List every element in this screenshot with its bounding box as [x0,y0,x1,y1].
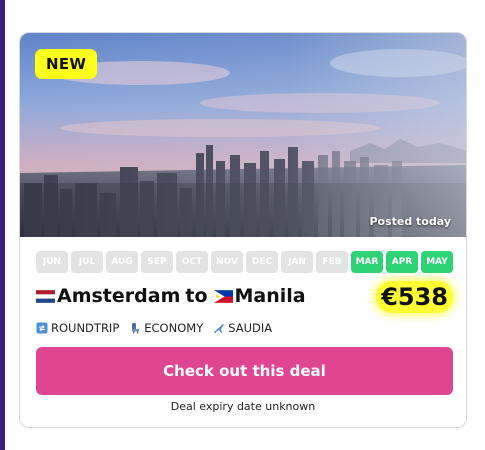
month-jan: JAN [281,251,313,273]
origin-city: Amsterdam [57,285,181,307]
netherlands-flag-icon [36,289,55,303]
deal-card[interactable]: NEW Posted today JUN JUL AUG SEP OCT NOV… [19,32,467,428]
route-title: Amsterdam to Manila [36,285,306,307]
seat-icon [132,323,140,334]
roundtrip-icon [36,322,48,334]
cabin-class: ECONOMY [129,321,203,335]
airplane-icon [214,324,225,333]
month-feb: FEB [316,251,348,273]
philippines-flag-icon [213,289,233,303]
posted-time: Posted today [369,215,451,228]
destination-photo: NEW Posted today [20,33,466,237]
left-edge-bar [0,0,5,450]
new-badge: NEW [35,49,98,79]
trip-type-label: ROUNDTRIP [51,321,120,335]
month-sep: SEP [141,251,173,273]
destination-city: Manila [234,285,306,307]
month-aug: AUG [106,251,138,273]
route-connector: to [185,285,208,307]
deal-details: ROUNDTRIP ECONOMY SAUDIA [36,321,272,335]
month-jun: JUN [36,251,68,273]
airline: SAUDIA [213,321,272,335]
month-oct: OCT [176,251,208,273]
trip-type: ROUNDTRIP [36,321,119,335]
deal-expiry: Deal expiry date unknown [170,400,316,413]
month-dec: DEC [246,251,278,273]
month-may: MAY [421,251,453,273]
check-out-deal-button[interactable]: Check out this deal [36,347,453,395]
month-mar: MAR [351,251,383,273]
cabin-class-label: ECONOMY [144,321,204,335]
month-nov: NOV [211,251,243,273]
price-tag: €538 [376,281,453,313]
airline-label: SAUDIA [228,321,273,335]
month-jul: JUL [71,251,103,273]
travel-months: JUN JUL AUG SEP OCT NOV DEC JAN FEB MAR … [36,251,453,273]
month-apr: APR [386,251,418,273]
